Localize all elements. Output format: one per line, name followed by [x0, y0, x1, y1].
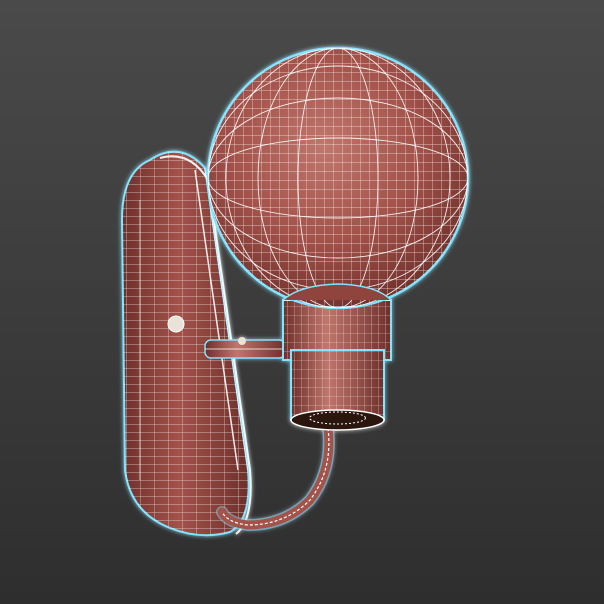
lamp-socket[interactable] — [282, 299, 392, 431]
3d-viewport[interactable] — [0, 0, 604, 604]
mounting-screw — [167, 315, 185, 333]
support-arm[interactable] — [204, 337, 286, 359]
viewport-canvas[interactable] — [0, 0, 604, 604]
